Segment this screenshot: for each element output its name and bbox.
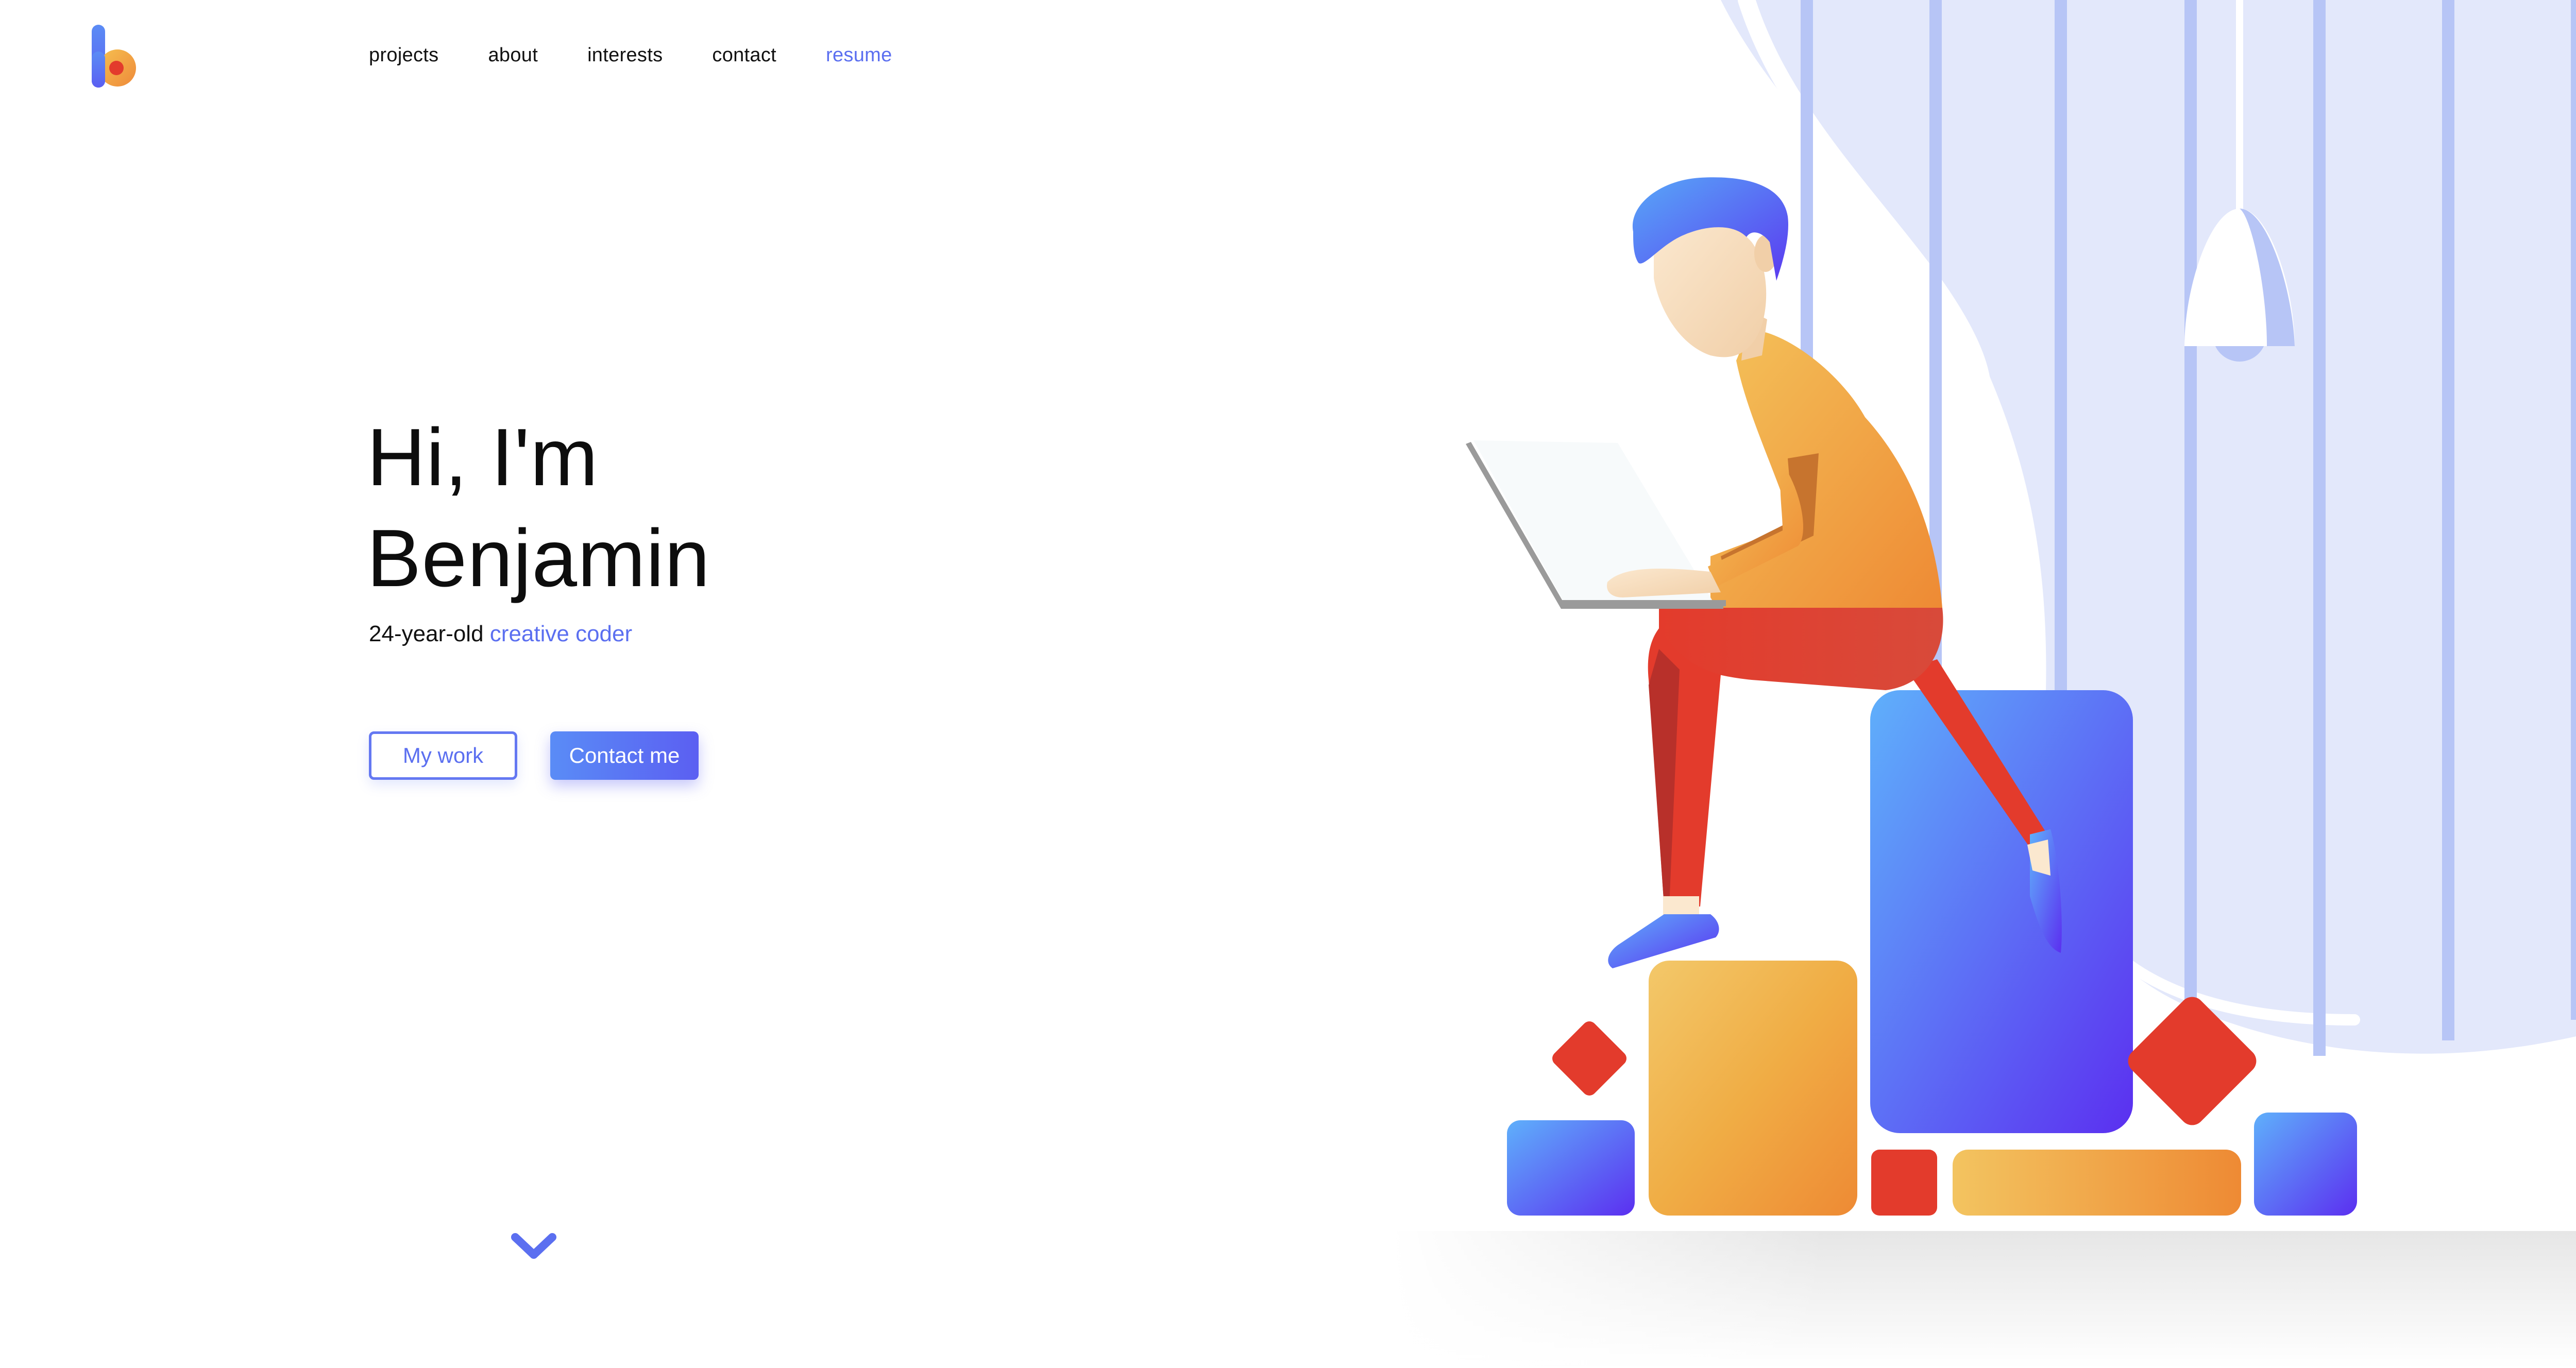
nav-link-about[interactable]: about	[488, 44, 538, 66]
nav-link-projects[interactable]: projects	[369, 44, 438, 66]
nav-link-resume[interactable]: resume	[826, 44, 892, 66]
hero-title: Hi, I'm Benjamin	[367, 407, 710, 609]
chevron-down-icon[interactable]	[510, 1231, 557, 1262]
my-work-button[interactable]: My work	[369, 731, 517, 780]
subtitle-age: 24-year-old	[369, 621, 484, 646]
landing-page: projects about interests contact resume …	[0, 0, 2576, 1368]
nav-link-interests[interactable]: interests	[587, 44, 663, 66]
hero-greeting: Hi, I'm	[367, 412, 599, 503]
hero-subtitle: 24-year-old creative coder	[369, 621, 632, 647]
developer-on-laptop-illustration	[1391, 0, 2576, 1368]
main-nav: projects about interests contact resume	[369, 44, 892, 66]
b-logo-icon[interactable]	[88, 23, 144, 90]
nav-link-contact[interactable]: contact	[712, 44, 776, 66]
subtitle-role: creative coder	[489, 621, 633, 646]
hero-name: Benjamin	[367, 513, 710, 604]
contact-me-button[interactable]: Contact me	[550, 731, 699, 780]
